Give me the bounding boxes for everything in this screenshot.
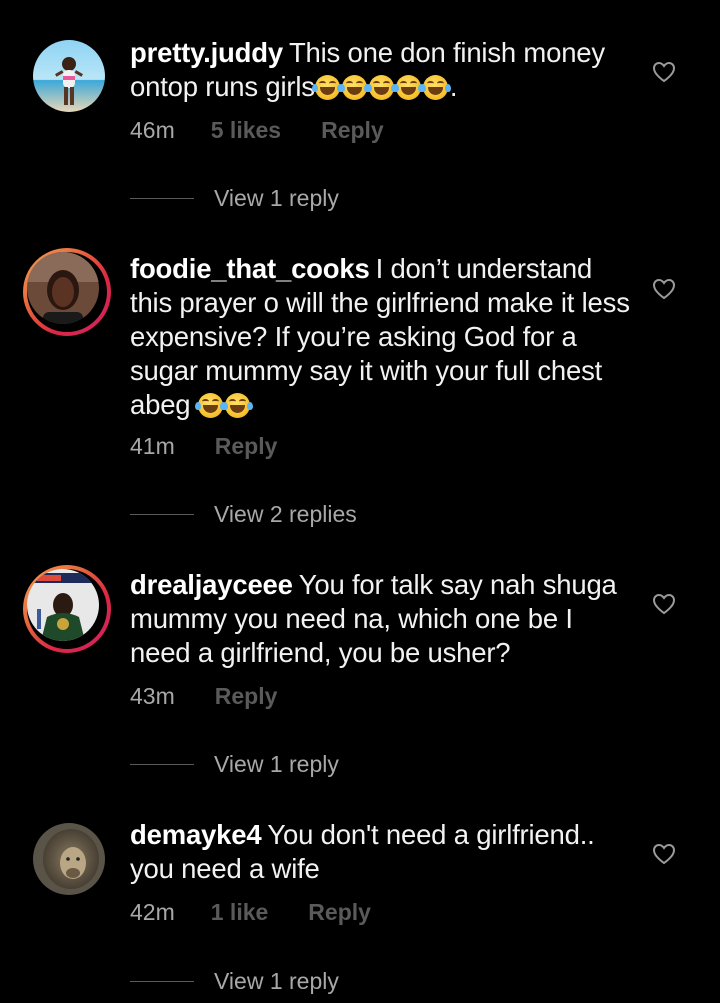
- comment-meta: 46m 5 likes Reply: [130, 116, 384, 144]
- likes-count[interactable]: 1 like: [211, 899, 269, 925]
- comment-text: pretty.judd​y This one don finish money o…: [130, 36, 635, 104]
- divider: [130, 513, 194, 515]
- avatar[interactable]: [23, 248, 111, 336]
- view-replies-button[interactable]: View 1 reply: [130, 184, 339, 212]
- reply-button[interactable]: Reply: [308, 899, 371, 925]
- heart-icon[interactable]: [652, 593, 676, 615]
- view-replies-label: View 1 reply: [214, 967, 339, 994]
- heart-icon[interactable]: [652, 61, 676, 83]
- divider: [130, 980, 194, 982]
- heart-icon[interactable]: [652, 843, 676, 865]
- comment-time: 43m: [130, 683, 175, 709]
- divider: [130, 197, 194, 199]
- laughing-emoji-icon: [311, 71, 451, 102]
- view-replies-label: View 2 replies: [214, 500, 357, 527]
- avatar[interactable]: [23, 565, 111, 653]
- comment-time: 42m: [130, 899, 175, 925]
- comment-text: demayke4 You don't need a girlfriend.. yo…: [130, 818, 635, 886]
- comment-meta: 42m 1 like Reply: [130, 898, 371, 926]
- view-replies-button[interactable]: View 1 reply: [130, 967, 339, 995]
- comment-suffix: .: [449, 71, 458, 102]
- avatar[interactable]: [33, 823, 105, 895]
- reply-button[interactable]: Reply: [215, 683, 278, 709]
- likes-count[interactable]: 5 likes: [211, 117, 281, 143]
- reply-button[interactable]: Reply: [215, 433, 278, 459]
- reply-button[interactable]: Reply: [321, 117, 384, 143]
- heart-icon[interactable]: [652, 278, 676, 300]
- divider: [130, 763, 194, 765]
- comment-meta: 41m Reply: [130, 432, 277, 460]
- comment-username[interactable]: drealjayceee: [130, 569, 293, 600]
- view-replies-label: View 1 reply: [214, 184, 339, 211]
- comment-text: foodie_that_cooks I don’t understand this…: [130, 252, 635, 422]
- laughing-emoji-icon: [194, 389, 253, 420]
- comment-meta: 43m Reply: [130, 682, 277, 710]
- comment-time: 46m: [130, 117, 175, 143]
- comment-username[interactable]: demayke4: [130, 819, 262, 850]
- view-replies-label: View 1 reply: [214, 750, 339, 777]
- comment-username[interactable]: foodie_that_cooks: [130, 253, 370, 284]
- comment-time: 41m: [130, 433, 175, 459]
- comment-text: drealjayceee You for talk say nah shuga m…: [130, 568, 635, 670]
- view-replies-button[interactable]: View 2 replies: [130, 500, 357, 528]
- avatar[interactable]: [33, 40, 105, 112]
- view-replies-button[interactable]: View 1 reply: [130, 750, 339, 778]
- comment-username[interactable]: pretty.judd​y: [130, 37, 283, 68]
